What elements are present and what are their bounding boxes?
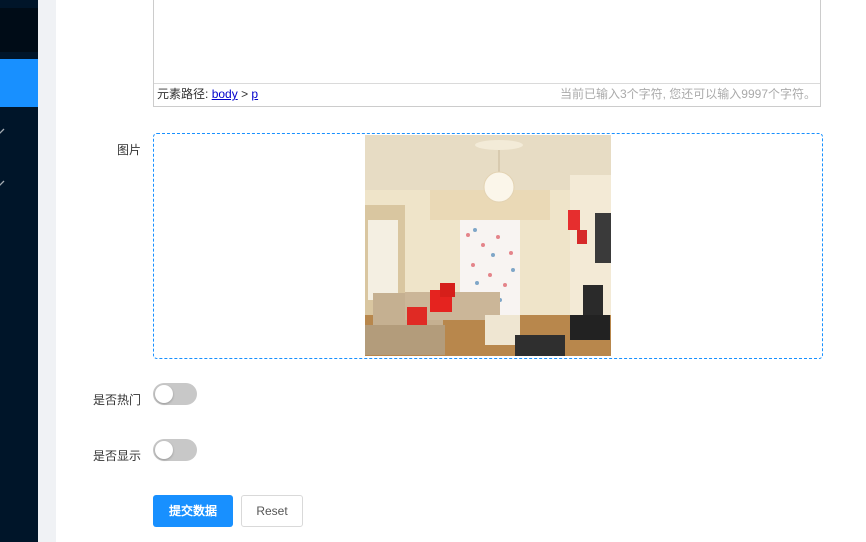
editor-body[interactable]: [154, 0, 820, 85]
path-item-p[interactable]: p: [251, 87, 258, 101]
sidebar: [0, 0, 38, 542]
submit-button[interactable]: 提交数据: [153, 495, 233, 527]
image-uploader[interactable]: [153, 133, 823, 359]
chevron-down-icon[interactable]: [0, 178, 8, 188]
show-label: 是否显示: [92, 449, 141, 463]
rich-text-editor[interactable]: 元素路径: body > p 当前已输入3个字符, 您还可以输入9997个字符。: [153, 0, 821, 107]
path-item-body[interactable]: body: [212, 87, 238, 101]
uploaded-image[interactable]: [365, 135, 611, 356]
word-count: 当前已输入3个字符, 您还可以输入9997个字符。: [559, 87, 816, 101]
toggle-knob: [155, 441, 173, 459]
element-path-label: 元素路径:: [157, 87, 209, 101]
layout-gutter: [38, 0, 56, 542]
form-content: 元素路径: body > p 当前已输入3个字符, 您还可以输入9997个字符。…: [56, 0, 866, 542]
reset-button[interactable]: Reset: [241, 495, 303, 527]
image-label: 图片: [116, 143, 141, 157]
editor-statusbar: 元素路径: body > p 当前已输入3个字符, 您还可以输入9997个字符。: [154, 83, 820, 106]
chevron-down-icon[interactable]: [0, 126, 8, 136]
toggle-knob: [155, 385, 173, 403]
hot-label: 是否热门: [92, 393, 141, 407]
sidebar-item[interactable]: [0, 8, 38, 52]
element-path: 元素路径: body > p: [157, 84, 258, 105]
sidebar-item-active[interactable]: [0, 59, 38, 107]
hot-toggle[interactable]: [153, 383, 197, 405]
path-separator: >: [241, 87, 249, 101]
show-toggle[interactable]: [153, 439, 197, 461]
